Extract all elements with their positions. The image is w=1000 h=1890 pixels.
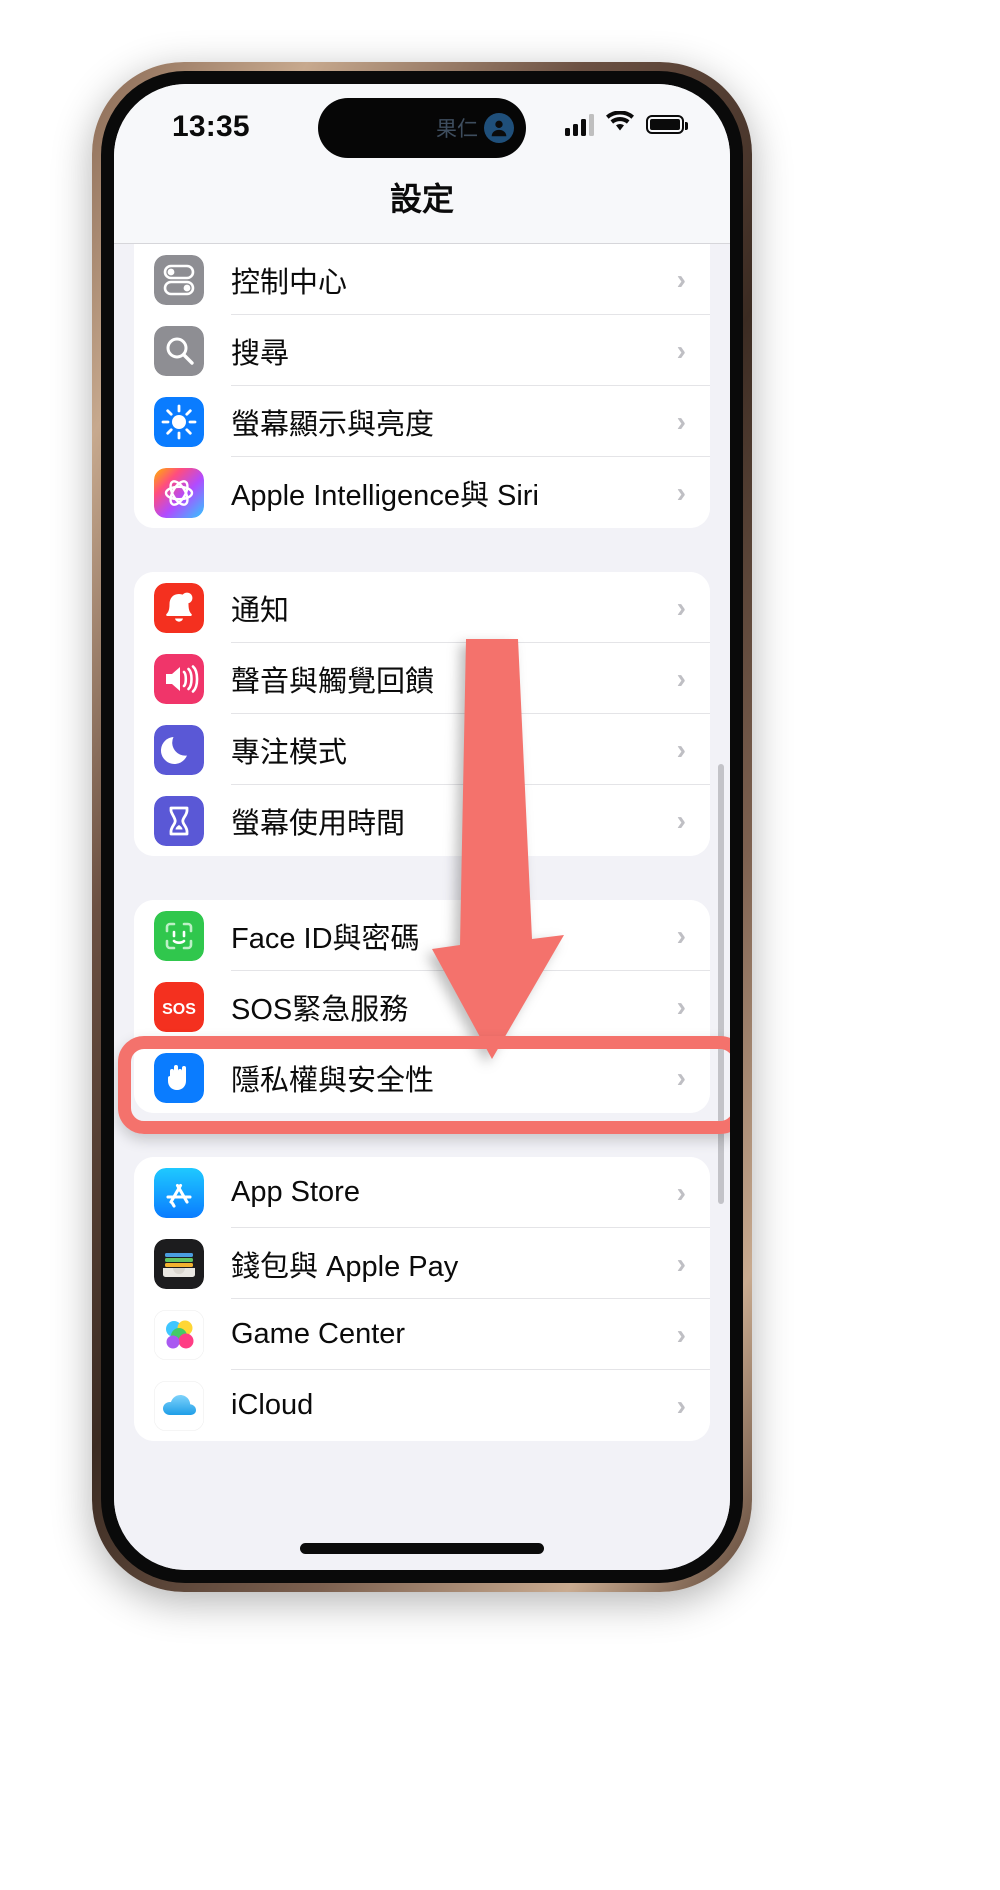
phone-bezel: 13:35 果仁 設定 控制中心 › 搜尋 › 螢幕顯示與亮度 › Apple … [101,71,743,1583]
icloud-icon [154,1380,204,1431]
phone-device-frame: 13:35 果仁 設定 控制中心 › 搜尋 › 螢幕顯示與亮度 › Apple … [92,62,752,1592]
settings-row-notifications[interactable]: 通知 › [134,572,710,643]
settings-row-apple-intelligence-siri[interactable]: Apple Intelligence與 Siri › [134,457,710,528]
notifications-bell-icon [154,582,204,633]
face-id-icon [154,910,204,961]
settings-row-emergency-sos[interactable]: SOS SOS緊急服務 › [134,971,710,1042]
settings-row-label: 專注模式 [231,736,348,769]
settings-row-label: 隱私權與安全性 [231,1064,435,1097]
chevron-right-icon: › [676,1318,686,1350]
sound-speaker-icon [154,653,204,704]
chevron-right-icon: › [676,334,686,366]
dynamic-island[interactable]: 果仁 [318,98,526,158]
settings-row-label: Game Center [231,1318,406,1350]
settings-row-label: 錢包與 Apple Pay [231,1250,459,1283]
settings-row-app-store[interactable]: App Store › [134,1157,710,1228]
status-bar: 13:35 果仁 [114,84,730,166]
sos-icon: SOS [154,981,204,1032]
settings-row-privacy-security[interactable]: 隱私權與安全性 › [134,1042,710,1113]
status-bar-indicators [565,110,688,138]
settings-row-label: iCloud [231,1389,314,1421]
battery-full-icon [646,115,688,134]
chevron-right-icon: › [676,804,686,836]
search-icon [154,325,204,376]
settings-row-label: 通知 [231,594,290,627]
settings-row-label: 控制中心 [231,266,348,299]
phone-screen: 13:35 果仁 設定 控制中心 › 搜尋 › 螢幕顯示與亮度 › Apple … [114,84,730,1570]
apple-intelligence-icon [154,467,204,518]
settings-row-search[interactable]: 搜尋 › [134,315,710,386]
brightness-icon [154,396,204,447]
home-indicator [300,1543,544,1554]
settings-row-focus[interactable]: 專注模式 › [134,714,710,785]
settings-group-alerts: 通知 › 聲音與觸覺回饋 › 專注模式 › 螢幕使用時間 › [134,572,710,856]
chevron-right-icon: › [676,990,686,1022]
settings-group-services: App Store › 錢包與 Apple Pay › Game Center … [134,1157,710,1441]
control-center-icon [154,254,204,305]
chevron-right-icon: › [676,1061,686,1093]
settings-row-screen-time[interactable]: 螢幕使用時間 › [134,785,710,856]
status-bar-clock: 13:35 [172,110,250,143]
privacy-hand-icon [154,1052,204,1103]
scrollbar-thumb[interactable] [718,764,724,1204]
settings-row-label: 螢幕顯示與亮度 [231,408,435,441]
person-circle-icon [484,113,514,143]
wifi-icon [605,110,635,138]
game-center-icon [154,1309,204,1360]
settings-row-label: 聲音與觸覺回饋 [231,665,435,698]
settings-row-label: App Store [231,1176,360,1208]
navigation-bar: 設定 [114,166,730,244]
focus-moon-icon [154,724,204,775]
dynamic-island-label: 果仁 [436,118,478,141]
cellular-signal-icon [565,113,594,136]
settings-row-control-center[interactable]: 控制中心 › [134,244,710,315]
chevron-right-icon: › [676,405,686,437]
settings-row-wallet-apple-pay[interactable]: 錢包與 Apple Pay › [134,1228,710,1299]
chevron-right-icon: › [676,476,686,508]
app-store-icon [154,1167,204,1218]
settings-row-label: SOS緊急服務 [231,993,409,1026]
settings-group-system: 控制中心 › 搜尋 › 螢幕顯示與亮度 › Apple Intelligence… [134,244,710,528]
settings-row-display-brightness[interactable]: 螢幕顯示與亮度 › [134,386,710,457]
page-title: 設定 [389,181,454,217]
settings-row-icloud[interactable]: iCloud › [134,1370,710,1441]
settings-row-label: 螢幕使用時間 [231,807,406,840]
wallet-icon [154,1238,204,1289]
settings-row-label: Apple Intelligence與 Siri [231,479,539,512]
settings-list[interactable]: 控制中心 › 搜尋 › 螢幕顯示與亮度 › Apple Intelligence… [114,244,730,1570]
settings-row-label: Face ID與密碼 [231,922,420,955]
settings-row-game-center[interactable]: Game Center › [134,1299,710,1370]
chevron-right-icon: › [676,1247,686,1279]
settings-group-security: Face ID與密碼 › SOS SOS緊急服務 › 隱私權與安全性 › [134,900,710,1113]
svg-text:SOS: SOS [162,1001,196,1018]
chevron-right-icon: › [676,1389,686,1421]
settings-row-sounds-haptics[interactable]: 聲音與觸覺回饋 › [134,643,710,714]
settings-row-label: 搜尋 [231,337,290,370]
chevron-right-icon: › [676,919,686,951]
chevron-right-icon: › [676,1176,686,1208]
chevron-right-icon: › [676,263,686,295]
chevron-right-icon: › [676,591,686,623]
chevron-right-icon: › [676,662,686,694]
screen-time-hourglass-icon [154,795,204,846]
chevron-right-icon: › [676,733,686,765]
settings-row-face-id-passcode[interactable]: Face ID與密碼 › [134,900,710,971]
